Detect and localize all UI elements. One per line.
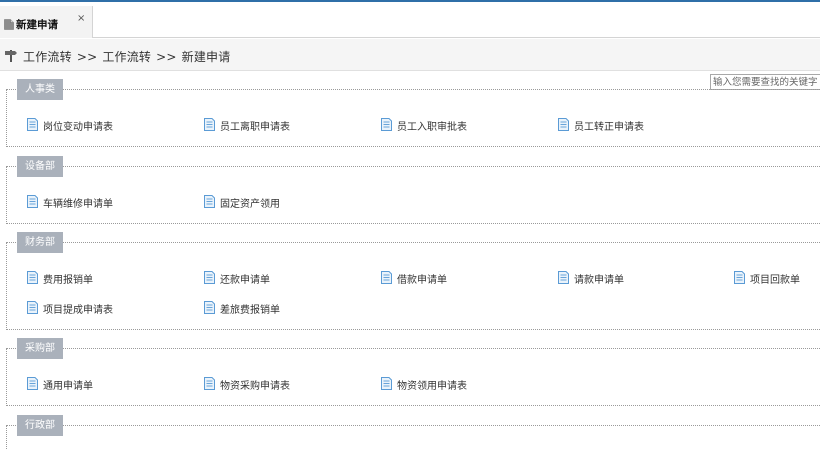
form-link-label: 固定资产领用	[220, 199, 280, 210]
section-title: 设备部	[17, 156, 63, 177]
form-link-label: 差旅费报销单	[220, 305, 280, 316]
section-title: 行政部	[17, 415, 63, 436]
form-document-icon	[204, 271, 215, 284]
form-document-icon	[27, 377, 38, 390]
form-document-icon	[27, 271, 38, 284]
form-document-icon	[381, 377, 392, 390]
form-document-icon	[204, 301, 215, 314]
form-document-icon	[27, 195, 38, 208]
document-icon	[4, 19, 14, 30]
signpost-icon	[5, 50, 17, 62]
form-link-label: 员工转正申请表	[574, 122, 644, 133]
breadcrumb-item[interactable]: 工作流转	[23, 50, 72, 64]
form-link-label: 员工入职审批表	[397, 122, 467, 133]
form-document-icon	[381, 118, 392, 131]
breadcrumb-item[interactable]: 工作流转	[102, 50, 151, 64]
section-equipment: 设备部车辆维修申请单 固定资产领用	[6, 156, 820, 224]
form-document-icon	[204, 377, 215, 390]
tab-bar: 新建申请 ×	[0, 2, 820, 38]
breadcrumb-separator: >>	[156, 50, 177, 64]
form-link-label: 借款申请单	[397, 275, 447, 286]
form-link-label: 请款申请单	[574, 275, 624, 286]
form-document-icon	[27, 301, 38, 314]
form-link-label: 车辆维修申请单	[43, 199, 113, 210]
form-link-label: 费用报销单	[43, 275, 93, 286]
section-title: 财务部	[17, 232, 63, 253]
close-icon[interactable]: ×	[77, 13, 85, 24]
form-link-label: 项目提成申请表	[43, 305, 113, 316]
form-document-icon	[734, 271, 745, 284]
tab-label: 新建申请	[16, 19, 58, 31]
form-link-label: 岗位变动申请表	[43, 122, 113, 133]
breadcrumb-bar: 工作流转 >> 工作流转 >> 新建申请	[0, 39, 820, 71]
form-link-label: 员工离职申请表	[220, 122, 290, 133]
form-link-label: 物资采购申请表	[220, 381, 290, 392]
breadcrumb: 工作流转 >> 工作流转 >> 新建申请	[23, 48, 230, 65]
form-document-icon	[27, 118, 38, 131]
form-document-icon	[204, 118, 215, 131]
search-input[interactable]	[710, 74, 820, 90]
section-hr: 人事类岗位变动申请表 员工离职申请表 员工入职审批表 员工转正申请表	[6, 79, 820, 147]
form-document-icon	[558, 271, 569, 284]
section-administration: 行政部	[6, 415, 820, 450]
form-document-icon	[381, 271, 392, 284]
form-link-label: 物资领用申请表	[397, 381, 467, 392]
form-document-icon	[204, 195, 215, 208]
section-purchasing: 采购部通用申请单 物资采购申请表 物资领用申请表	[6, 338, 820, 406]
tab-new-application[interactable]: 新建申请 ×	[0, 6, 93, 38]
breadcrumb-separator: >>	[76, 50, 98, 64]
form-document-icon	[558, 118, 569, 131]
breadcrumb-current: 新建申请	[181, 50, 231, 64]
section-title: 人事类	[17, 79, 63, 100]
section-title: 采购部	[17, 338, 63, 359]
form-link-label: 通用申请单	[43, 381, 93, 392]
section-finance: 财务部费用报销单 还款申请单 借款申请单 请款申请单 项目回款单项目提成申请表 差旅费报销…	[6, 232, 820, 330]
form-link-label: 项目回款单	[750, 275, 800, 286]
form-link-label: 还款申请单	[220, 275, 270, 286]
